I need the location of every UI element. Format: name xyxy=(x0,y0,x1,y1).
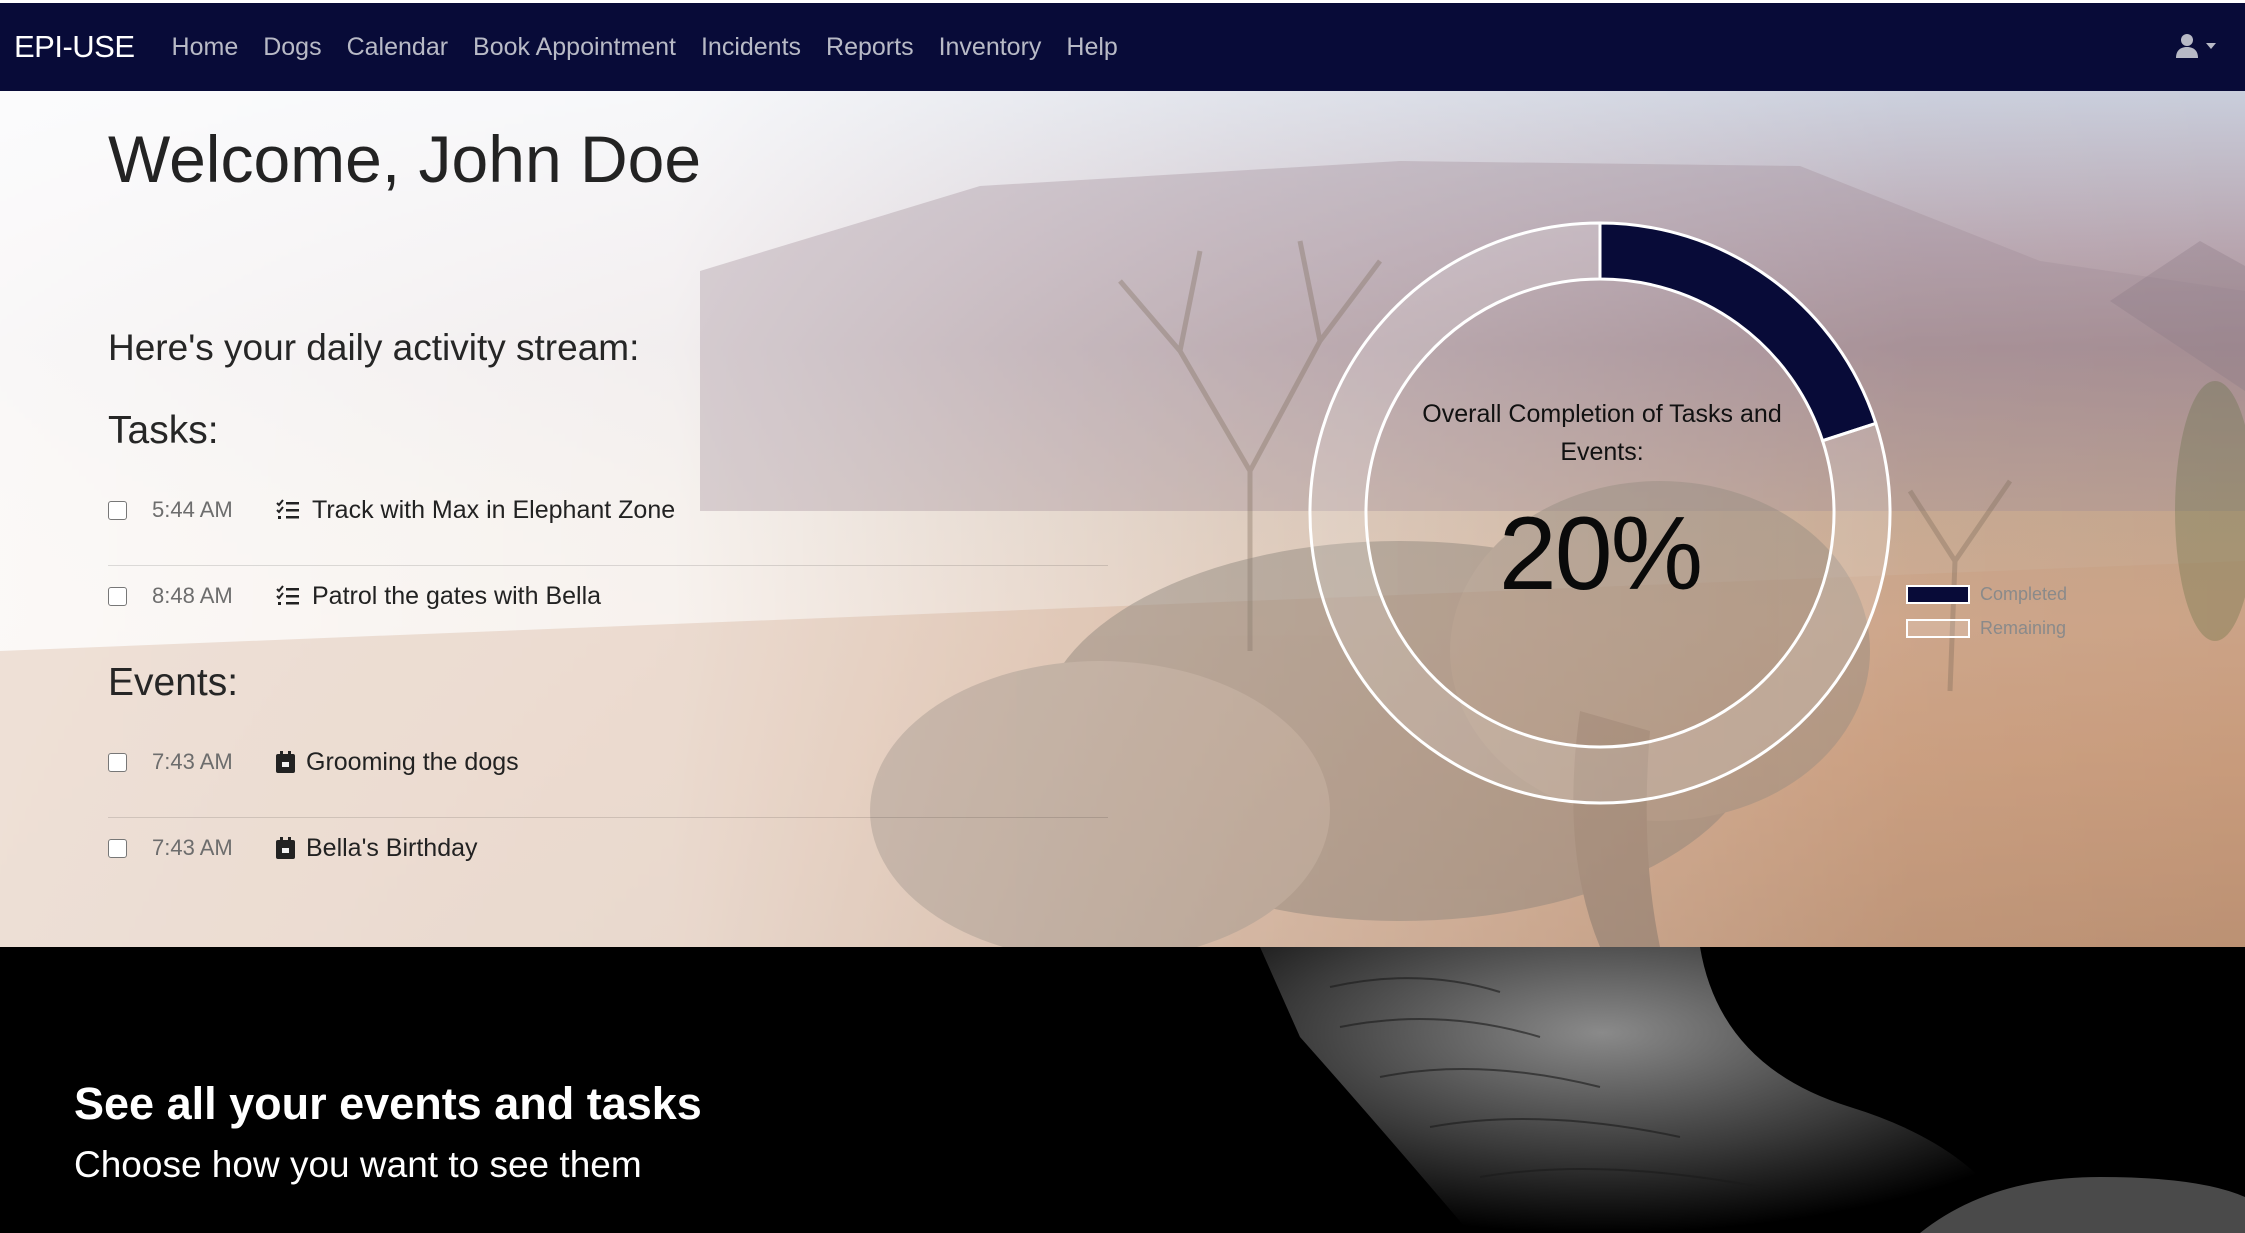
nav-link-help[interactable]: Help xyxy=(1066,33,1117,62)
legend-label: Remaining xyxy=(1980,617,2067,638)
event-label[interactable]: Grooming the dogs xyxy=(306,748,519,777)
brand-logo[interactable]: EPI-USE xyxy=(14,29,135,65)
banner-subtitle: Choose how you want to see them xyxy=(74,1144,642,1185)
tasks-heading: Tasks: xyxy=(108,409,219,452)
legend-label: Completed xyxy=(1980,583,2068,604)
top-navbar: EPI-USE Home Dogs Calendar Book Appointm… xyxy=(0,0,2245,91)
calendar-icon xyxy=(276,749,296,775)
task-label[interactable]: Track with Max in Elephant Zone xyxy=(312,496,675,525)
nav-link-inventory[interactable]: Inventory xyxy=(939,33,1042,62)
task-time: 8:48 AM xyxy=(152,583,233,608)
chart-legend: Completed Remaining xyxy=(1906,577,2067,645)
event-row: 7:43 AM Bella's Birthday xyxy=(108,818,1108,878)
task-time: 5:44 AM xyxy=(152,497,233,522)
task-checkbox[interactable] xyxy=(108,500,127,520)
nav-link-reports[interactable]: Reports xyxy=(826,33,914,62)
event-checkbox[interactable] xyxy=(108,838,127,858)
task-checkbox[interactable] xyxy=(108,586,127,606)
event-row: 7:43 AM Grooming the dogs xyxy=(108,732,1108,818)
calendar-promo-banner: See all your events and tasks Choose how… xyxy=(0,947,2245,1233)
nav-link-incidents[interactable]: Incidents xyxy=(701,33,801,62)
task-label[interactable]: Patrol the gates with Bella xyxy=(312,582,601,611)
task-list-icon xyxy=(276,497,302,523)
task-row: 8:48 AM Patrol the gates with Bella xyxy=(108,566,1108,626)
calendar-icon xyxy=(276,835,296,861)
event-time: 7:43 AM xyxy=(152,835,233,860)
nav-link-book-appointment[interactable]: Book Appointment xyxy=(473,33,676,62)
user-menu-dropdown[interactable] xyxy=(2175,33,2217,59)
event-checkbox[interactable] xyxy=(108,752,127,772)
nav-link-dogs[interactable]: Dogs xyxy=(263,33,321,62)
caret-down-icon xyxy=(2206,43,2216,49)
legend-swatch-completed xyxy=(1906,584,1970,604)
welcome-heading: Welcome, John Doe xyxy=(108,122,702,196)
legend-item-completed[interactable]: Completed xyxy=(1906,577,2067,611)
donut-center-label: 20% xyxy=(1498,496,1703,612)
activity-stream-heading: Here's your daily activity stream: xyxy=(108,327,640,368)
task-list-icon xyxy=(276,583,302,609)
banner-title: See all your events and tasks xyxy=(74,1078,702,1129)
donut-caption: Overall Completion of Tasks and Events: xyxy=(1422,400,1782,466)
event-label[interactable]: Bella's Birthday xyxy=(306,834,478,863)
task-row: 5:44 AM Track with Max in Elephant Zone xyxy=(108,480,1108,566)
event-time: 7:43 AM xyxy=(152,749,233,774)
legend-swatch-remaining xyxy=(1906,618,1970,638)
legend-item-remaining[interactable]: Remaining xyxy=(1906,611,2067,645)
events-heading: Events: xyxy=(108,661,239,704)
user-icon xyxy=(2176,34,2198,58)
completion-donut-chart: Overall Completion of Tasks and Events: … xyxy=(1306,219,1894,807)
nav-link-home[interactable]: Home xyxy=(172,33,239,62)
nav-link-calendar[interactable]: Calendar xyxy=(347,33,448,62)
hero-section: Welcome, John Doe Here's your daily acti… xyxy=(0,91,2245,947)
